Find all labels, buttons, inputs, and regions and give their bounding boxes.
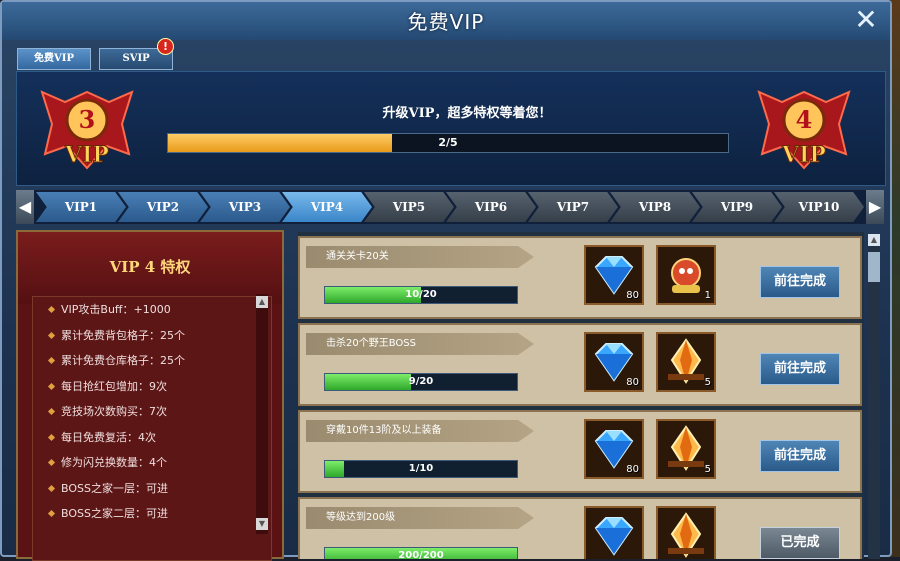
privilege-item: 修为闪兑换数量：4个 xyxy=(33,450,271,476)
privilege-item: VIP攻击Buff：+1000 xyxy=(33,297,271,323)
task-name: 击杀20个野王BOSS xyxy=(306,333,534,355)
vip-word-right: VIP xyxy=(781,142,826,168)
monkey-pet-icon[interactable]: 1 xyxy=(656,245,716,305)
vip-word-left: VIP xyxy=(64,142,109,168)
scroll-up-icon[interactable]: ▲ xyxy=(868,234,880,246)
upgrade-hint: 升级VIP，超多特权等着您！ xyxy=(382,106,552,121)
privilege-item: 累计免费仓库格子：25个 xyxy=(33,348,271,374)
reward-count: 80 xyxy=(626,377,639,388)
privilege-scrollbar[interactable]: ▲ ▼ xyxy=(256,294,268,534)
vip-level-tab[interactable]: VIP2 xyxy=(118,192,208,222)
task-progress-bar: 200/200 xyxy=(324,547,518,559)
scroll-down-icon[interactable]: ▼ xyxy=(256,518,268,530)
privilege-item: BOSS之家二层：可进 xyxy=(33,501,271,527)
privilege-list: VIP攻击Buff：+1000 累计免费背包格子：25个 累计免费仓库格子：25个每… xyxy=(32,296,272,561)
vip-level-tab[interactable]: VIP1 xyxy=(36,192,126,222)
vip-window: 免费VIP ✕ 免费VIP SVIP ! 3 VIP 升级VIP，超多特权等着您… xyxy=(0,0,892,561)
task-row: 通关关卡20关 10/20 80 1 前往完成 xyxy=(298,236,862,319)
go-complete-button[interactable]: 前往完成 xyxy=(760,266,840,298)
privilege-panel: VIP 4 特权 VIP攻击Buff：+1000 累计免费背包格子：25个 累计免费… xyxy=(16,230,284,561)
vip-level-nav: ◀ VIP1 VIP2 VIP3 VIP4 VIP5 VIP6 VIP7 VIP8 VIP9 VI… xyxy=(16,190,884,224)
task-row: 穿戴10件13阶及以上装备 1/10 80 5 前往完成 xyxy=(298,410,862,493)
next-vip-badge: 4 VIP xyxy=(754,84,854,174)
task-progress-bar: 9/20 xyxy=(324,373,518,391)
privilege-item: 每日免费复活：4次 xyxy=(33,425,271,451)
notification-badge: ! xyxy=(157,38,174,55)
gold-crystal-icon[interactable]: 5 xyxy=(656,419,716,479)
go-complete-button[interactable]: 前往完成 xyxy=(760,353,840,385)
reward-count: 5 xyxy=(704,377,711,388)
completed-button[interactable]: 已完成 xyxy=(760,527,840,559)
go-complete-button[interactable]: 前往完成 xyxy=(760,440,840,472)
window-title: 免费VIP xyxy=(407,10,485,34)
reward-count: 1 xyxy=(704,290,711,301)
vip-level-tab[interactable]: VIP8 xyxy=(610,192,700,222)
task-list: 通关关卡20关 10/20 80 1 前往完成 击杀20个野王BOSS 9/20 80 5 前往完… xyxy=(298,232,864,559)
title-bar: 免费VIP ✕ xyxy=(2,2,890,40)
privilege-item: 竞技场次数购买：7次 xyxy=(33,399,271,425)
reward-count: 80 xyxy=(626,290,639,301)
vip-level-tab[interactable]: VIP6 xyxy=(446,192,536,222)
task-row: 等级达到200级 200/200 已完成 xyxy=(298,497,862,559)
privilege-item: 每日抢红包增加：9次 xyxy=(33,374,271,400)
diamond-icon[interactable] xyxy=(584,506,644,559)
task-progress-bar: 10/20 xyxy=(324,286,518,304)
task-progress-text: 9/20 xyxy=(408,376,434,387)
current-vip-badge: 3 VIP xyxy=(37,84,137,174)
privilege-title: VIP 4 特权 xyxy=(109,258,191,276)
privilege-item: BOSS之家一层：可进 xyxy=(33,476,271,502)
privilege-item: 累计免费背包格子：25个 xyxy=(33,323,271,349)
gold-crystal-icon[interactable] xyxy=(656,506,716,559)
task-name: 通关关卡20关 xyxy=(306,246,534,268)
chevron-right-icon[interactable]: ▶ xyxy=(866,190,884,224)
chevron-left-icon[interactable]: ◀ xyxy=(16,190,34,224)
scroll-up-icon[interactable]: ▲ xyxy=(256,296,268,308)
current-level-number: 3 xyxy=(79,105,96,134)
reward-count: 80 xyxy=(626,464,639,475)
close-icon[interactable]: ✕ xyxy=(852,6,880,35)
vip-progress-bar: 2/5 xyxy=(167,133,729,153)
diamond-icon[interactable]: 80 xyxy=(584,245,644,305)
vip-level-tab[interactable]: VIP5 xyxy=(364,192,454,222)
task-scrollbar[interactable]: ▲ xyxy=(868,234,880,559)
reward-count: 5 xyxy=(704,464,711,475)
vip-level-tab[interactable]: VIP3 xyxy=(200,192,290,222)
privilege-header: VIP 4 特权 xyxy=(18,232,282,304)
scroll-thumb[interactable] xyxy=(868,252,880,282)
vip-level-tab[interactable]: VIP10 xyxy=(774,192,864,222)
diamond-icon[interactable]: 80 xyxy=(584,419,644,479)
tab-free-vip[interactable]: 免费VIP xyxy=(17,48,91,70)
vip-level-tab[interactable]: VIP7 xyxy=(528,192,618,222)
task-row: 击杀20个野王BOSS 9/20 80 5 前往完成 xyxy=(298,323,862,406)
tab-strip: 免费VIP SVIP ! xyxy=(17,38,176,70)
vip-level-tab[interactable]: VIP4 xyxy=(282,192,372,222)
next-level-number: 4 xyxy=(796,105,813,134)
task-progress-text: 200/200 xyxy=(398,550,444,559)
task-name: 等级达到200级 xyxy=(306,507,534,529)
task-progress-bar: 1/10 xyxy=(324,460,518,478)
vip-progress-header: 3 VIP 升级VIP，超多特权等着您！ 4 VIP xyxy=(16,71,886,186)
task-name: 穿戴10件13阶及以上装备 xyxy=(306,420,534,442)
diamond-icon[interactable]: 80 xyxy=(584,332,644,392)
vip-level-tab[interactable]: VIP9 xyxy=(692,192,782,222)
task-progress-text: 1/10 xyxy=(408,463,434,474)
vip-progress-text: 2/5 xyxy=(438,136,458,149)
gold-crystal-icon[interactable]: 5 xyxy=(656,332,716,392)
task-progress-text: 10/20 xyxy=(405,289,437,300)
